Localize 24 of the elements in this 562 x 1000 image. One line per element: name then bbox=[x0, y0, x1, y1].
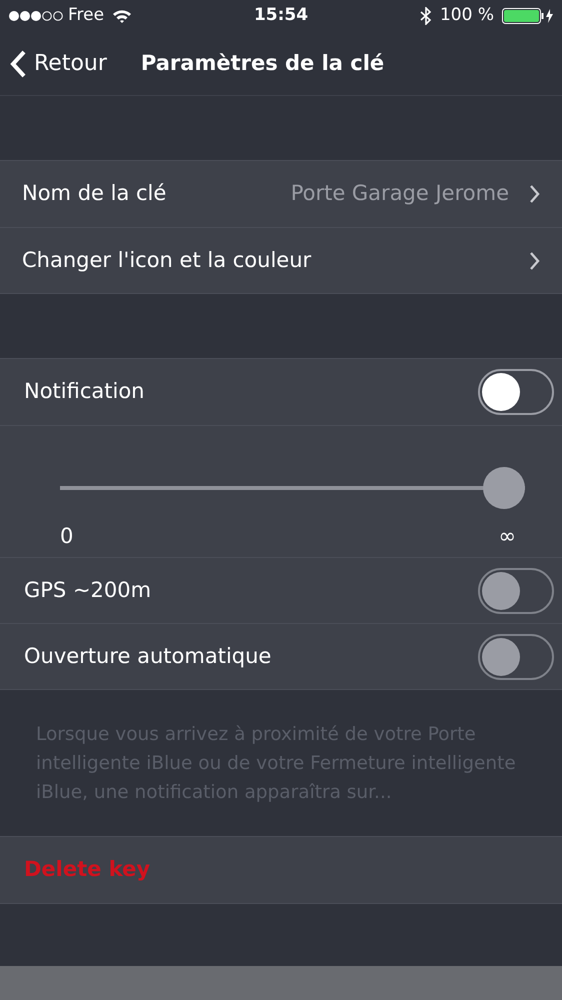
row-label: Nom de la clé bbox=[22, 180, 166, 208]
row-value: Porte Garage Jerome bbox=[290, 180, 509, 208]
battery-icon bbox=[502, 8, 554, 24]
signal-icon bbox=[8, 10, 64, 22]
chevron-icon bbox=[529, 250, 540, 270]
row-label: Ouverture automatique bbox=[24, 642, 272, 670]
row-label: Notification bbox=[24, 378, 144, 406]
settings-row[interactable]: Nom de la clé Porte Garage Jerome bbox=[0, 161, 562, 227]
status-time: 15:54 bbox=[254, 4, 308, 28]
screen-title: Paramètres de la clé bbox=[140, 50, 384, 77]
wifi-icon bbox=[112, 8, 132, 24]
row-label: Changer l'icon et la couleur bbox=[22, 246, 312, 274]
row-label: GPS ~200m bbox=[24, 576, 152, 604]
back-button[interactable]: Retour bbox=[0, 47, 117, 80]
toggle-switch[interactable] bbox=[478, 369, 554, 415]
slider-thumb[interactable] bbox=[483, 467, 525, 509]
settings-row[interactable]: Changer l'icon et la couleur bbox=[0, 227, 562, 293]
carrier-name: Free bbox=[68, 4, 104, 28]
chevron-icon bbox=[529, 184, 540, 204]
back-chevron-icon bbox=[10, 50, 26, 78]
slider-max-label: ∞ bbox=[498, 523, 516, 550]
battery-percent: 100 % bbox=[440, 4, 494, 28]
bluetooth-icon bbox=[420, 7, 432, 25]
slider-min-label: 0 bbox=[60, 523, 74, 550]
